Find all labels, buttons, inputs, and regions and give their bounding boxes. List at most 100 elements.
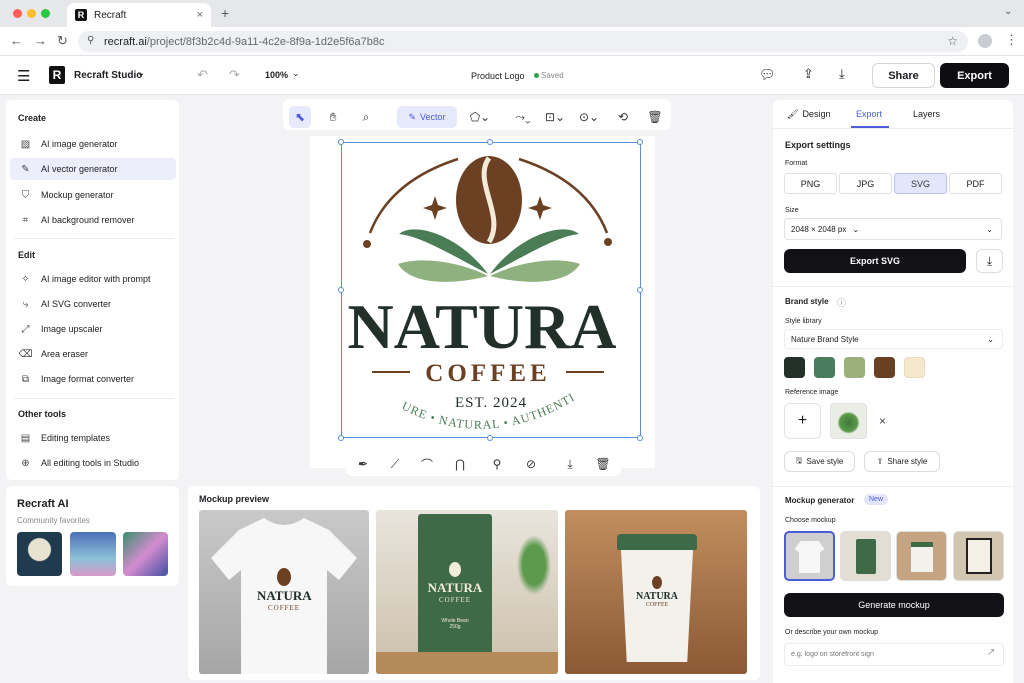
resize-handle[interactable] — [637, 287, 643, 293]
share-style-button[interactable]: ⇪ Share style — [864, 451, 940, 472]
resize-handle[interactable] — [338, 435, 344, 441]
workspace-name[interactable]: Recraft Studio — [74, 70, 142, 81]
color-swatch[interactable] — [904, 357, 925, 378]
new-tab-button[interactable]: + — [221, 5, 229, 21]
browser-menu-icon[interactable]: ⋮ — [1005, 32, 1018, 48]
tab-layers[interactable]: Layers — [913, 109, 940, 119]
minimize-window-button[interactable] — [27, 9, 36, 18]
coffee-bag-mockup-image[interactable]: NATURA COFFEE Whole Bean 250g — [376, 510, 558, 674]
submit-arrow-icon[interactable]: ↗ — [987, 647, 995, 658]
pen-node-icon[interactable]: ✒︎ — [352, 453, 374, 475]
frame-tool-icon[interactable]: ⊡⌄ — [542, 106, 568, 128]
smooth-tool-icon[interactable]: ⊘ — [520, 453, 542, 475]
tshirt-mockup-image[interactable]: NATURA COFFEE — [199, 510, 369, 674]
shape-tool-icon[interactable]: ⬠⌄ — [467, 106, 493, 128]
hand-pan-icon[interactable]: ✋︎ — [322, 106, 344, 128]
reference-image-thumbnail[interactable] — [830, 403, 867, 439]
style-library-select[interactable]: Nature Brand Style ⌄ — [784, 329, 1003, 349]
save-style-button[interactable]: 🖫︎ Save style — [784, 451, 855, 472]
line-tool-icon[interactable]: ⟋ — [384, 453, 406, 475]
mockup-option-sign[interactable] — [953, 531, 1004, 581]
vector-mode-button[interactable]: ✎ Vector — [397, 106, 457, 128]
tool-ai-image-editor[interactable]: ✧ AI image editor with prompt — [10, 268, 176, 290]
mockup-option-bag[interactable] — [840, 531, 891, 581]
undo-icon[interactable]: ↶ — [197, 67, 208, 83]
size-select[interactable]: 2048 × 2048 px ⌄ ⌄ — [784, 218, 1002, 240]
tab-design[interactable]: 🖌︎ Design — [787, 109, 830, 120]
delete-trash-icon[interactable]: 🗑︎ — [592, 453, 614, 475]
resize-handle[interactable] — [637, 139, 643, 145]
export-svg-button[interactable]: Export SVG — [784, 249, 966, 273]
project-name[interactable]: Product Logo — [471, 71, 525, 81]
tool-ai-vector-generator[interactable]: ✎ AI vector generator — [10, 158, 176, 180]
resize-handle[interactable] — [338, 139, 344, 145]
hamburger-menu-icon[interactable]: ☰ — [17, 67, 30, 85]
curve-tool-icon[interactable]: ⌒ — [416, 453, 438, 475]
comment-icon[interactable]: 💬︎ — [759, 67, 776, 83]
forward-arrow-icon[interactable]: → — [34, 33, 47, 48]
color-swatch[interactable] — [874, 357, 895, 378]
reload-icon[interactable]: ↻ — [57, 33, 68, 49]
format-svg[interactable]: SVG — [894, 173, 947, 194]
community-thumbnail[interactable] — [17, 532, 62, 576]
browser-tab[interactable]: R Recraft × — [67, 3, 211, 27]
tool-image-format-converter[interactable]: ⧉ Image format converter — [10, 368, 176, 390]
format-jpg[interactable]: JPG — [839, 173, 892, 194]
artboard[interactable]: NATURA COFFEE EST. 2024 PURE • NATURAL •… — [305, 125, 655, 468]
tool-editing-templates[interactable]: ▤ Editing templates — [10, 427, 176, 449]
ai-magic-icon[interactable]: ⟲ — [612, 106, 634, 128]
anchor-tool-icon[interactable]: ⚲ — [486, 453, 508, 475]
format-pdf[interactable]: PDF — [949, 173, 1002, 194]
maximize-window-button[interactable] — [41, 9, 50, 18]
back-arrow-icon[interactable]: ← — [10, 33, 23, 48]
share-button[interactable]: Share — [872, 63, 935, 88]
color-swatch[interactable] — [784, 357, 805, 378]
profile-avatar[interactable] — [978, 34, 992, 48]
resize-handle[interactable] — [338, 287, 344, 293]
coffee-cup-mockup-image[interactable]: NATURA COFFEE — [565, 510, 747, 674]
tool-image-upscaler[interactable]: ⤢ Image upscaler — [10, 318, 176, 340]
upload-share-icon[interactable]: ⇪ — [803, 66, 814, 82]
capture-tool-icon[interactable]: ⊙⌄ — [576, 106, 602, 128]
tab-search-chevron-icon[interactable]: ⌄ — [1004, 6, 1012, 17]
zoom-search-icon[interactable]: ⌕ — [355, 106, 377, 128]
resize-handle[interactable] — [487, 139, 493, 145]
generate-mockup-button[interactable]: Generate mockup — [784, 593, 1004, 617]
tool-mockup-generator[interactable]: ⛉ Mockup generator — [10, 184, 176, 206]
mockup-option-tshirt[interactable] — [784, 531, 835, 581]
close-window-button[interactable] — [13, 9, 22, 18]
tool-all-editing-tools[interactable]: ⊕ All editing tools in Studio — [10, 452, 176, 474]
bookmark-star-icon[interactable]: ☆ — [947, 34, 958, 48]
path-tool-icon[interactable]: ⤳⌄ — [510, 106, 536, 128]
export-button[interactable]: Export — [940, 63, 1009, 88]
download-icon[interactable]: ⤓ — [559, 453, 581, 475]
tab-export[interactable]: Export — [856, 109, 882, 119]
site-info-icon[interactable]: ⚲ — [87, 35, 94, 46]
resize-handle[interactable] — [637, 435, 643, 441]
tool-ai-background-remover[interactable]: ⌗ AI background remover — [10, 209, 176, 231]
bezier-tool-icon[interactable]: ⋂ — [449, 453, 471, 475]
redo-icon[interactable]: ↷ — [229, 67, 240, 83]
zoom-level[interactable]: 100% — [265, 70, 288, 80]
select-pointer-icon[interactable]: ⬉ — [289, 106, 311, 128]
remove-reference-close-icon[interactable]: × — [879, 414, 886, 428]
download-icon[interactable]: ⤓ — [839, 66, 845, 82]
selection-box[interactable] — [341, 142, 641, 438]
resize-handle[interactable] — [487, 435, 493, 441]
download-icon[interactable]: ⤓ — [976, 249, 1003, 273]
info-icon[interactable]: ⓘ — [837, 296, 846, 309]
close-tab-icon[interactable]: × — [197, 9, 203, 21]
color-swatch[interactable] — [844, 357, 865, 378]
zoom-chevron-icon[interactable]: ⌄ — [292, 68, 300, 79]
community-thumbnail[interactable] — [123, 532, 168, 576]
format-png[interactable]: PNG — [784, 173, 837, 194]
delete-trash-icon[interactable]: 🗑︎ — [644, 106, 666, 128]
community-thumbnail[interactable] — [70, 532, 116, 576]
tool-area-eraser[interactable]: ⌫ Area eraser — [10, 343, 176, 365]
workspace-chevron-icon[interactable]: ⌄ — [137, 68, 145, 79]
url-bar[interactable]: ⚲ recraft.ai/project/8f3b2c4d-9a11-4c2e-… — [78, 31, 968, 52]
tool-ai-image-generator[interactable]: ▨ AI image generator — [10, 133, 176, 155]
mockup-option-cup[interactable] — [896, 531, 947, 581]
tool-ai-svg-converter[interactable]: ⤷ AI SVG converter — [10, 293, 176, 315]
add-reference-button[interactable]: + — [784, 403, 821, 439]
